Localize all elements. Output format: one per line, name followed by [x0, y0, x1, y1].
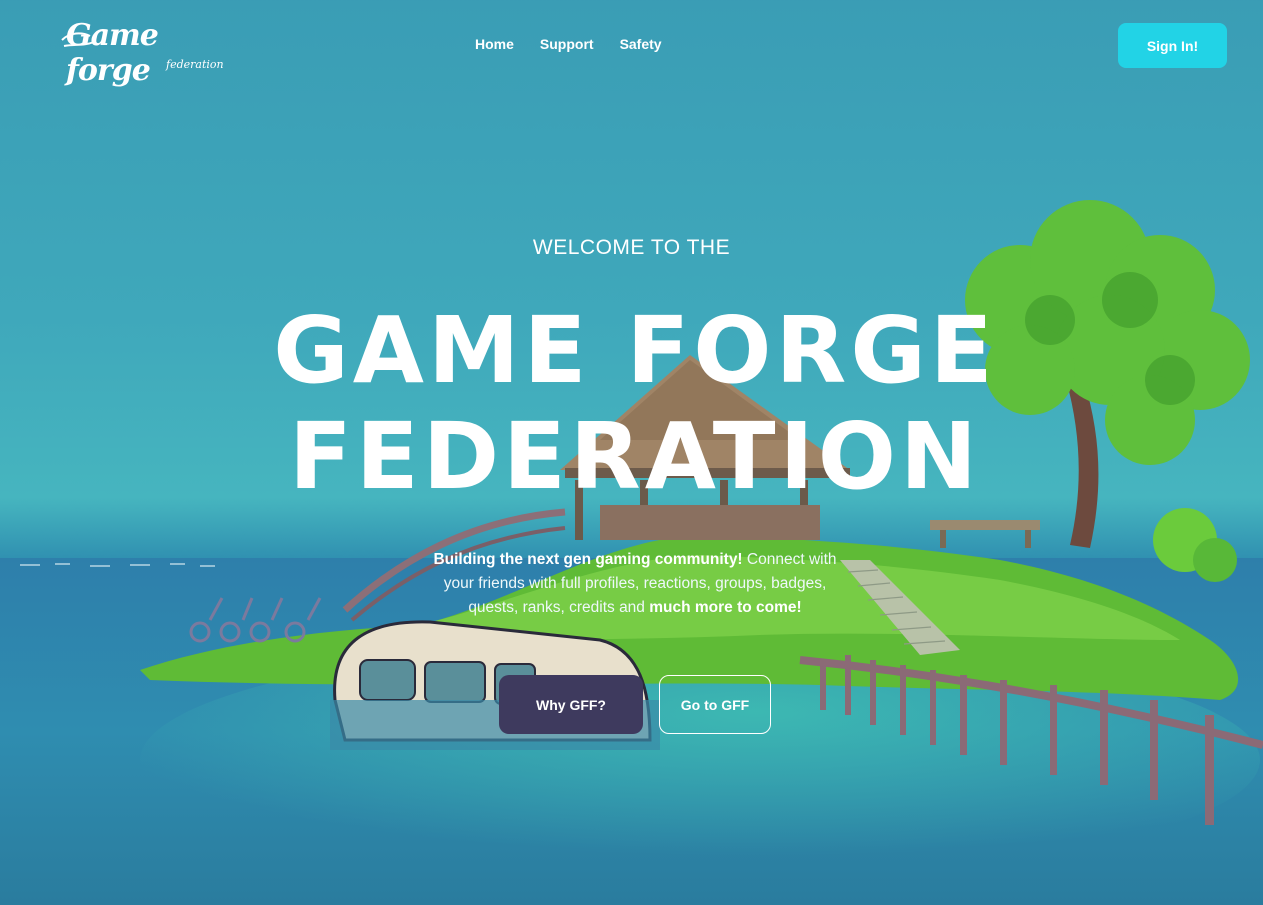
game-forge-logo[interactable]: Game forge federation [60, 18, 225, 88]
sign-in-button[interactable]: Sign In! [1118, 23, 1227, 68]
go-to-gff-button[interactable]: Go to GFF [659, 675, 771, 734]
hero-description-bold-1: Building the next gen gaming community! [433, 551, 743, 568]
main-nav: Home Support Safety [475, 36, 688, 52]
nav-link-safety[interactable]: Safety [620, 36, 662, 52]
hero-title: GAME FORGE FEDERATION [0, 298, 1263, 510]
hero-description: Building the next gen gaming community! … [420, 548, 850, 620]
logo-text: Game forge [66, 18, 159, 88]
top-navigation-bar: Game forge federation Home Support Safet… [0, 0, 1263, 90]
nav-link-support[interactable]: Support [540, 36, 594, 52]
hero-description-bold-2: much more to come! [649, 599, 802, 616]
logo-subtext: federation [166, 58, 224, 71]
why-gff-button[interactable]: Why GFF? [499, 675, 643, 734]
hero-title-line-1: GAME FORGE [273, 297, 997, 404]
hero-welcome-text: WELCOME TO THE [532, 236, 731, 259]
nav-link-home[interactable]: Home [475, 36, 514, 52]
hero-title-line-2: FEDERATION [289, 403, 981, 510]
